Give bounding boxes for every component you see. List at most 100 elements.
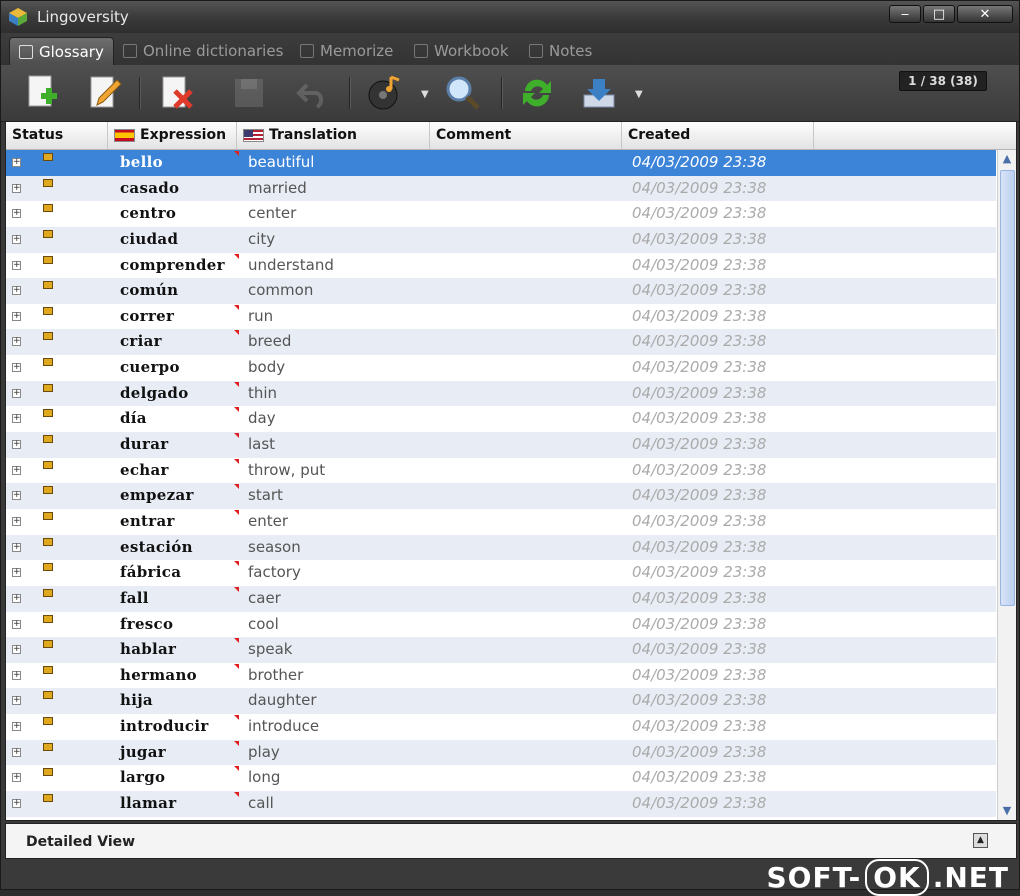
expand-row-icon[interactable]: +	[12, 670, 21, 680]
expand-row-icon[interactable]: +	[12, 465, 21, 475]
expand-row-icon[interactable]: +	[12, 260, 21, 270]
expression-cell[interactable]: comprender	[120, 253, 225, 278]
close-button[interactable]: ✕	[957, 5, 1013, 23]
expand-panel-icon[interactable]: ▲	[973, 833, 988, 848]
expand-row-icon[interactable]: +	[12, 234, 21, 244]
expression-cell[interactable]: correr	[120, 304, 174, 329]
translation-cell[interactable]: last	[248, 432, 275, 457]
edit-button[interactable]	[85, 73, 125, 113]
tab-online-dictionaries[interactable]: Online dictionaries	[123, 37, 283, 65]
expand-row-icon[interactable]: +	[12, 747, 21, 757]
column-header-expression[interactable]: Expression	[108, 122, 237, 149]
table-row[interactable]: + bello beautiful 04/03/2009 23:38	[6, 150, 996, 176]
translation-cell[interactable]: introduce	[248, 714, 319, 739]
table-row[interactable]: + correr run 04/03/2009 23:38	[6, 304, 996, 330]
table-row[interactable]: + ciudad city 04/03/2009 23:38	[6, 226, 996, 253]
audio-dropdown-icon[interactable]: ▼	[421, 89, 429, 100]
expression-cell[interactable]: criar	[120, 329, 162, 354]
translation-cell[interactable]: caer	[248, 586, 281, 611]
translation-cell[interactable]: body	[248, 355, 285, 380]
translation-cell[interactable]: beautiful	[248, 150, 314, 175]
translation-cell[interactable]: run	[248, 304, 273, 329]
table-row[interactable]: + delgado thin 04/03/2009 23:38	[6, 380, 996, 407]
expand-row-icon[interactable]: +	[12, 209, 21, 219]
table-row[interactable]: + jugar play 04/03/2009 23:38	[6, 739, 996, 766]
translation-cell[interactable]: brother	[248, 663, 303, 688]
translation-cell[interactable]: season	[248, 535, 301, 560]
translation-cell[interactable]: thin	[248, 381, 277, 406]
expression-cell[interactable]: común	[120, 278, 178, 303]
expand-row-icon[interactable]: +	[12, 388, 21, 398]
expression-cell[interactable]: durar	[120, 432, 168, 457]
import-button[interactable]	[579, 73, 619, 113]
expression-cell[interactable]: cuerpo	[120, 355, 180, 380]
expand-row-icon[interactable]: +	[12, 696, 21, 706]
save-button[interactable]	[229, 73, 269, 113]
table-row[interactable]: + estación season 04/03/2009 23:38	[6, 534, 996, 561]
import-dropdown-icon[interactable]: ▼	[635, 89, 643, 100]
expand-row-icon[interactable]: +	[12, 542, 21, 552]
expand-row-icon[interactable]: +	[12, 773, 21, 783]
expression-cell[interactable]: delgado	[120, 381, 189, 406]
expand-row-icon[interactable]: +	[12, 593, 21, 603]
table-row[interactable]: + entrar enter 04/03/2009 23:38	[6, 509, 996, 535]
expression-cell[interactable]: largo	[120, 765, 165, 790]
expression-cell[interactable]: día	[120, 406, 147, 431]
title-bar[interactable]: Lingoversity ‒ □ ✕	[1, 1, 1019, 33]
expand-row-icon[interactable]: +	[12, 619, 21, 629]
table-row[interactable]: + durar last 04/03/2009 23:38	[6, 432, 996, 458]
table-row[interactable]: + empezar start 04/03/2009 23:38	[6, 483, 996, 509]
table-row[interactable]: + introducir introduce 04/03/2009 23:38	[6, 714, 996, 740]
expression-cell[interactable]: centro	[120, 201, 176, 226]
scroll-thumb[interactable]	[1000, 170, 1015, 606]
expression-cell[interactable]: ciudad	[120, 227, 178, 252]
table-row[interactable]: + cuerpo body 04/03/2009 23:38	[6, 355, 996, 381]
expand-row-icon[interactable]: +	[12, 183, 21, 193]
column-header-comment[interactable]: Comment	[430, 122, 622, 149]
translation-cell[interactable]: start	[248, 483, 283, 508]
search-button[interactable]	[443, 73, 483, 113]
table-row[interactable]: + llamar call 04/03/2009 23:38	[6, 791, 996, 817]
column-header-translation[interactable]: Translation	[237, 122, 430, 149]
table-row[interactable]: + criar breed 04/03/2009 23:38	[6, 329, 996, 356]
table-row[interactable]: + echar throw, put 04/03/2009 23:38	[6, 458, 996, 484]
expression-cell[interactable]: hija	[120, 688, 153, 713]
delete-button[interactable]	[157, 73, 197, 113]
undo-button[interactable]	[293, 73, 333, 113]
translation-cell[interactable]: daughter	[248, 688, 317, 713]
expression-cell[interactable]: echar	[120, 458, 169, 483]
scroll-down-icon[interactable]: ▼	[998, 802, 1016, 820]
refresh-button[interactable]	[517, 73, 557, 113]
expand-row-icon[interactable]: +	[12, 516, 21, 526]
scroll-up-icon[interactable]: ▲	[998, 150, 1016, 168]
translation-cell[interactable]: play	[248, 740, 280, 765]
table-row[interactable]: + fresco cool 04/03/2009 23:38	[6, 612, 996, 638]
expand-row-icon[interactable]: +	[12, 158, 21, 167]
minimize-button[interactable]: ‒	[889, 5, 921, 23]
column-header-status[interactable]: Status	[6, 122, 108, 149]
translation-cell[interactable]: call	[248, 791, 274, 816]
expand-row-icon[interactable]: +	[12, 311, 21, 321]
column-header-created[interactable]: Created	[622, 122, 814, 149]
translation-cell[interactable]: long	[248, 765, 280, 790]
table-row[interactable]: + hermano brother 04/03/2009 23:38	[6, 663, 996, 689]
translation-cell[interactable]: breed	[248, 329, 291, 354]
translation-cell[interactable]: cool	[248, 612, 279, 637]
tab-notes[interactable]: Notes	[529, 37, 592, 65]
expand-row-icon[interactable]: +	[12, 645, 21, 655]
translation-cell[interactable]: center	[248, 201, 296, 226]
expression-cell[interactable]: casado	[120, 176, 179, 201]
table-row[interactable]: + fábrica factory 04/03/2009 23:38	[6, 560, 996, 586]
translation-cell[interactable]: married	[248, 176, 307, 201]
expand-row-icon[interactable]: +	[12, 722, 21, 732]
expand-row-icon[interactable]: +	[12, 286, 21, 296]
expression-cell[interactable]: bello	[120, 150, 163, 175]
expression-cell[interactable]: entrar	[120, 509, 175, 534]
translation-cell[interactable]: enter	[248, 509, 288, 534]
table-row[interactable]: + común common 04/03/2009 23:38	[6, 278, 996, 304]
expression-cell[interactable]: hermano	[120, 663, 197, 688]
expand-row-icon[interactable]: +	[12, 568, 21, 578]
expression-cell[interactable]: jugar	[120, 740, 166, 765]
tab-memorize[interactable]: Memorize	[300, 37, 393, 65]
vertical-scrollbar[interactable]: ▲ ▼	[997, 150, 1016, 820]
